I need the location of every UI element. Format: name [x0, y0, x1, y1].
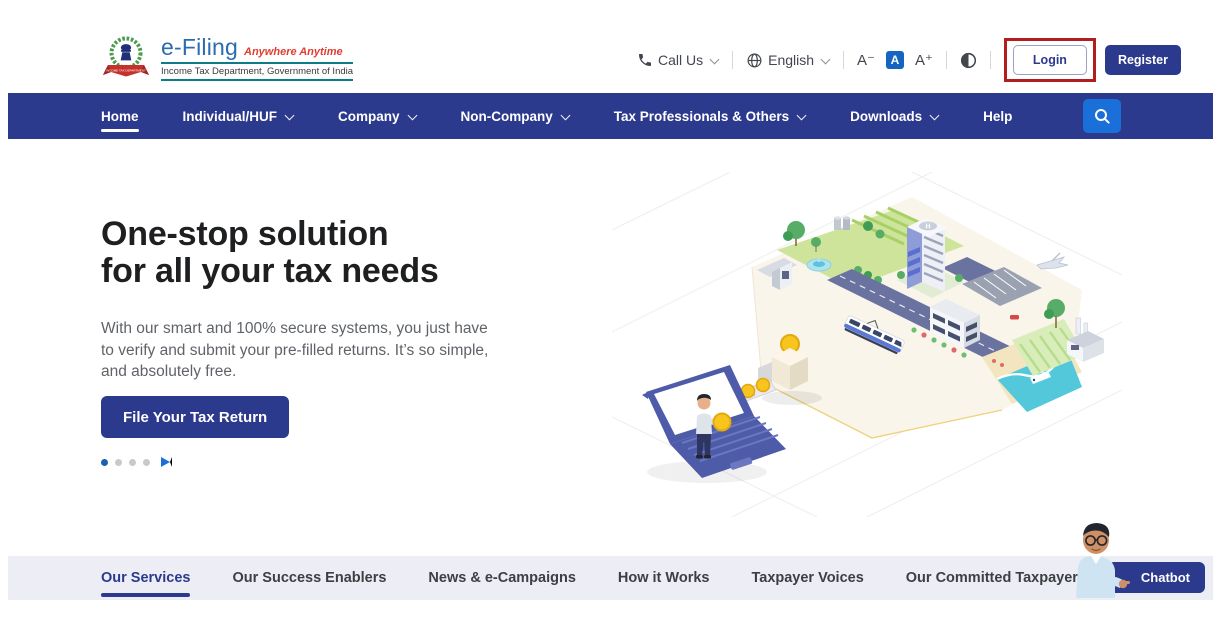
login-highlight-box: Login [1003, 38, 1096, 82]
income-tax-emblem-icon: INCOME TAX DEPARTMENT [103, 36, 149, 77]
nav-item-label: Company [338, 108, 400, 124]
hero-description: With our smart and 100% secure systems, … [101, 320, 489, 380]
divider [989, 51, 991, 69]
carousel-dot[interactable] [101, 458, 108, 466]
carousel-dot[interactable] [129, 458, 136, 466]
chevron-down-icon [285, 112, 294, 121]
nav-item-individual-huf[interactable]: Individual/HUF [183, 93, 295, 139]
nav-item-label: Downloads [850, 108, 923, 124]
tab-how-it-works[interactable]: How it Works [618, 556, 710, 600]
header: INCOME TAX DEPARTMENT e-Filing Anywhere … [0, 0, 1220, 93]
tab-label: How it Works [617, 570, 710, 586]
chevron-down-icon [797, 112, 806, 121]
language-menu[interactable]: English [746, 52, 830, 69]
chevron-down-icon [408, 112, 417, 121]
nav-item-company[interactable]: Company [338, 93, 417, 139]
tab-our-services[interactable]: Our Services [101, 556, 191, 600]
header-utility-bar: Call Us English A⁻ A A⁺ Login Register [637, 38, 1181, 82]
hero-title-line1: One-stop solution [101, 215, 389, 253]
carousel-dot[interactable] [115, 458, 122, 466]
login-button[interactable]: Login [1012, 45, 1087, 75]
divider [945, 51, 947, 69]
chatbot-widget[interactable]: Chatbot [1058, 518, 1208, 598]
nav-item-tax-professionals[interactable]: Tax Professionals & Others [614, 93, 806, 139]
nav-item-help[interactable]: Help [983, 93, 1012, 139]
font-increase-button[interactable]: A⁺ [915, 53, 933, 68]
chevron-down-icon [710, 56, 719, 65]
call-us-menu[interactable]: Call Us [637, 52, 719, 68]
carousel-controls [101, 457, 172, 467]
tab-taxpayer-voices[interactable]: Taxpayer Voices [751, 556, 863, 600]
nav-item-downloads[interactable]: Downloads [850, 93, 939, 139]
chatbot-avatar-icon [1076, 523, 1130, 598]
svg-text:INCOME TAX DEPARTMENT: INCOME TAX DEPARTMENT [106, 69, 146, 73]
svg-text:H: H [925, 224, 930, 231]
nav-item-home[interactable]: Home [101, 93, 139, 139]
hero-illustration: H [612, 172, 1122, 517]
section-tabs: Our Services Our Success Enablers News &… [8, 556, 1213, 600]
brand-tagline: Anywhere Anytime [244, 46, 343, 58]
tab-label: Taxpayer Voices [751, 570, 864, 586]
chatbot-label: Chatbot [1140, 570, 1190, 585]
tab-label: News & e-Campaigns [428, 570, 576, 586]
nav-item-label: Non-Company [460, 108, 553, 124]
chevron-down-icon [561, 112, 570, 121]
hero-title-line2: for all your tax needs [101, 252, 439, 290]
nav-item-label: Home [101, 108, 139, 124]
nav-item-label: Tax Professionals & Others [613, 108, 790, 124]
tab-news-e-campaigns[interactable]: News & e-Campaigns [428, 556, 575, 600]
carousel-dots [101, 458, 150, 466]
search-button[interactable] [1083, 99, 1121, 133]
register-button[interactable]: Register [1104, 45, 1181, 75]
brand-subtitle: Income Tax Department, Government of Ind… [161, 62, 354, 81]
font-default-button[interactable]: A [885, 51, 904, 69]
call-us-label: Call Us [658, 52, 704, 68]
tab-label: Our Services [101, 570, 191, 586]
logo-text: e-Filing Anywhere Anytime Income Tax Dep… [161, 34, 354, 81]
phone-icon [639, 54, 651, 66]
font-size-controls: A⁻ A A⁺ [857, 51, 933, 69]
tab-label: Our Success Enablers [232, 570, 387, 586]
carousel-dot[interactable] [143, 458, 150, 466]
search-icon [1095, 109, 1110, 124]
carousel-play-button[interactable] [161, 457, 172, 467]
contrast-toggle[interactable] [960, 52, 977, 69]
nav-item-non-company[interactable]: Non-Company [461, 93, 570, 139]
chevron-down-icon [821, 56, 830, 65]
tab-our-success-enablers[interactable]: Our Success Enablers [232, 556, 386, 600]
hero-title: One-stop solution for all your tax needs [101, 216, 439, 290]
nav-item-label: Individual/HUF [182, 108, 278, 124]
contrast-icon [960, 52, 976, 68]
airplane-icon [1036, 252, 1069, 270]
brand-name: e-Filing [161, 34, 239, 60]
hero-section: One-stop solution for all your tax needs… [0, 139, 1220, 556]
divider [843, 51, 845, 69]
nav-item-label: Help [983, 108, 1013, 124]
file-return-button[interactable]: File Your Tax Return [101, 396, 290, 438]
divider [732, 51, 734, 69]
chevron-down-icon [930, 112, 939, 121]
efiling-homepage: INCOME TAX DEPARTMENT e-Filing Anywhere … [0, 0, 1220, 629]
efiling-logo[interactable]: INCOME TAX DEPARTMENT e-Filing Anywhere … [100, 34, 354, 81]
language-label: English [768, 52, 815, 68]
globe-icon [747, 53, 762, 67]
main-nav: Home Individual/HUF Company Non-Company … [8, 93, 1213, 139]
font-decrease-button[interactable]: A⁻ [857, 53, 875, 68]
